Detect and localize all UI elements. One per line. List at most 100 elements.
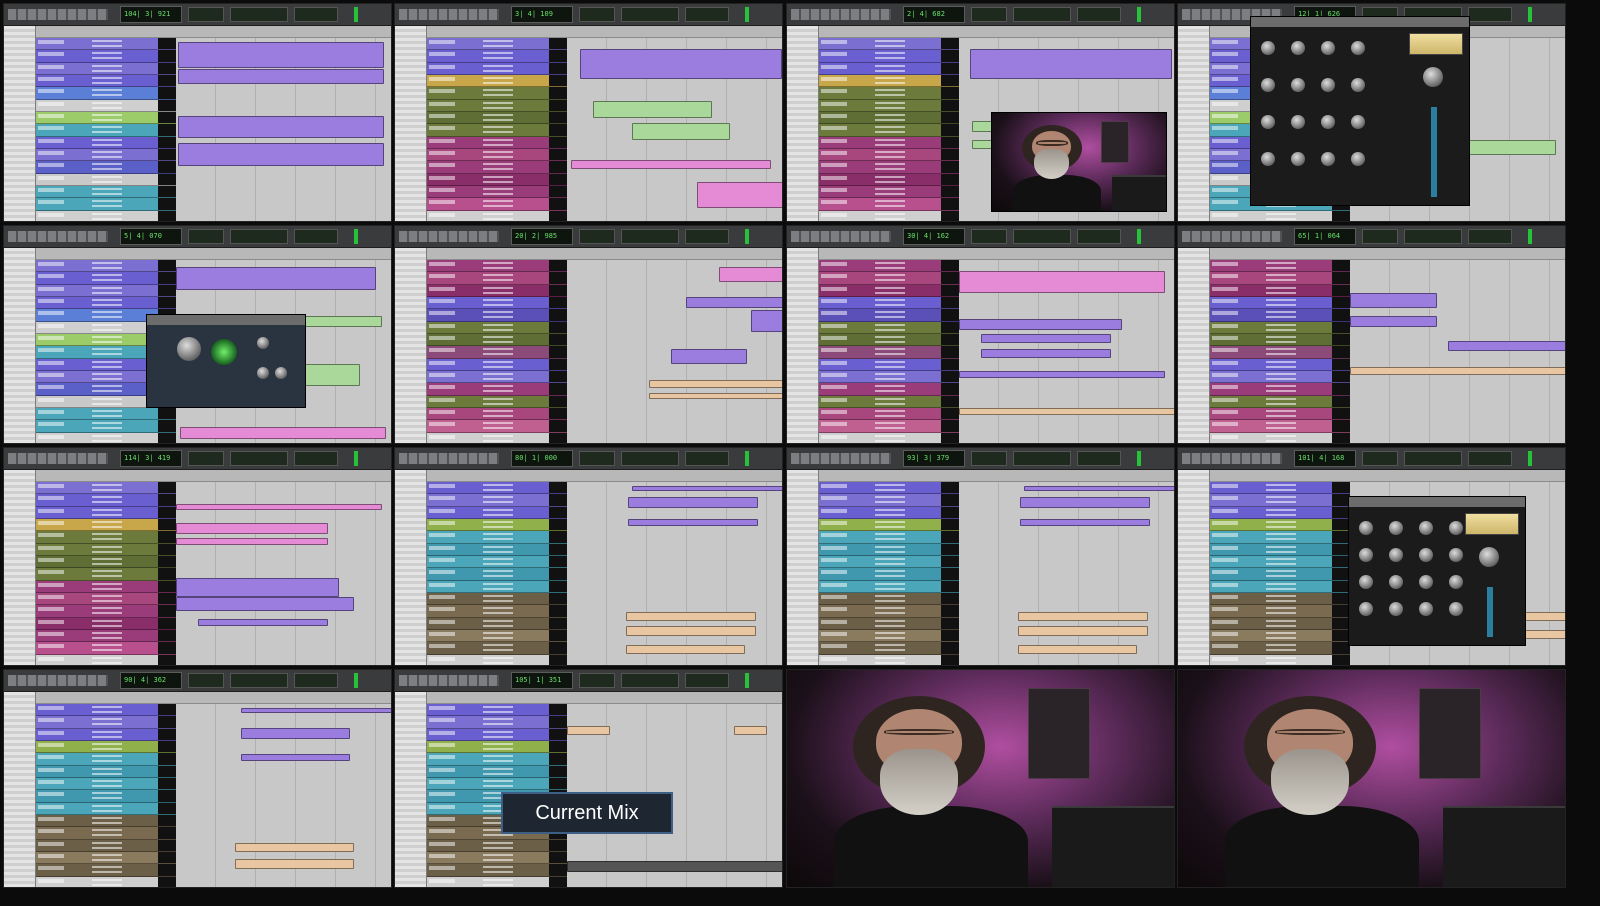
plugin-knob[interactable] <box>1419 521 1433 535</box>
track-header[interactable] <box>36 198 176 211</box>
timeline-ruler[interactable] <box>787 26 1174 38</box>
track-header[interactable] <box>427 297 567 310</box>
track-controls[interactable] <box>92 336 122 344</box>
track-controls[interactable] <box>875 644 905 652</box>
track-controls[interactable] <box>875 508 905 516</box>
track-header[interactable] <box>819 87 959 100</box>
track-header[interactable] <box>427 260 567 273</box>
plugin-knob[interactable] <box>1261 152 1275 166</box>
track-header[interactable] <box>427 765 567 778</box>
audio-clip[interactable] <box>959 271 1166 294</box>
track-header[interactable] <box>36 642 176 655</box>
plugin-title-bar[interactable] <box>1349 497 1525 507</box>
track-header[interactable] <box>36 136 176 149</box>
audio-clip[interactable] <box>1447 341 1565 351</box>
plugin-knob[interactable] <box>1359 548 1373 562</box>
track-header[interactable] <box>819 383 959 396</box>
track-header[interactable] <box>427 149 567 162</box>
track-header[interactable] <box>1210 580 1350 593</box>
track-header[interactable] <box>427 173 567 186</box>
track-header[interactable] <box>427 272 567 285</box>
plugin-knob[interactable] <box>1389 521 1403 535</box>
track-header[interactable] <box>427 432 567 443</box>
track-controls[interactable] <box>1266 508 1296 516</box>
audio-clip[interactable] <box>197 618 328 627</box>
track-controls[interactable] <box>483 755 513 763</box>
track-header[interactable] <box>819 38 959 51</box>
track-controls[interactable] <box>483 434 513 442</box>
track-header[interactable] <box>36 704 176 717</box>
track-controls[interactable] <box>875 607 905 615</box>
track-controls[interactable] <box>92 200 122 208</box>
track-header[interactable] <box>1210 383 1350 396</box>
track-controls[interactable] <box>1266 496 1296 504</box>
track-header[interactable] <box>427 482 567 495</box>
track-controls[interactable] <box>875 40 905 48</box>
track-controls[interactable] <box>1266 385 1296 393</box>
track-header[interactable] <box>427 778 567 791</box>
track-controls[interactable] <box>1266 212 1296 220</box>
track-controls[interactable] <box>92 262 122 270</box>
track-header[interactable] <box>36 173 176 186</box>
track-controls[interactable] <box>92 323 122 331</box>
track-controls[interactable] <box>875 64 905 72</box>
track-header[interactable] <box>427 161 567 174</box>
track-controls[interactable] <box>1266 484 1296 492</box>
track-controls[interactable] <box>875 410 905 418</box>
output-knob[interactable] <box>1479 547 1499 567</box>
track-controls[interactable] <box>1266 274 1296 282</box>
track-controls[interactable] <box>483 274 513 282</box>
track-header[interactable] <box>1210 482 1350 495</box>
track-controls[interactable] <box>483 385 513 393</box>
track-controls[interactable] <box>483 496 513 504</box>
track-controls[interactable] <box>875 595 905 603</box>
track-controls[interactable] <box>875 126 905 134</box>
track-controls[interactable] <box>1266 410 1296 418</box>
track-controls[interactable] <box>92 212 122 220</box>
fader[interactable] <box>1431 107 1437 197</box>
audio-clip[interactable] <box>1017 644 1137 655</box>
track-header[interactable] <box>819 543 959 556</box>
timeline-ruler[interactable] <box>4 692 391 704</box>
track-header[interactable] <box>36 432 176 443</box>
track-controls[interactable] <box>92 767 122 775</box>
timeline-ruler[interactable] <box>787 470 1174 482</box>
track-header[interactable] <box>427 617 567 630</box>
track-header[interactable] <box>427 198 567 211</box>
plugin-window-compressor[interactable] <box>146 314 306 408</box>
transport-buttons[interactable] <box>8 453 108 464</box>
track-controls[interactable] <box>92 77 122 85</box>
track-controls[interactable] <box>483 508 513 516</box>
track-controls[interactable] <box>483 410 513 418</box>
track-header[interactable] <box>427 556 567 569</box>
track-header[interactable] <box>36 124 176 137</box>
track-controls[interactable] <box>875 533 905 541</box>
track-controls[interactable] <box>875 52 905 60</box>
track-controls[interactable] <box>92 508 122 516</box>
track-controls[interactable] <box>483 718 513 726</box>
track-controls[interactable] <box>483 570 513 578</box>
track-controls[interactable] <box>92 286 122 294</box>
track-controls[interactable] <box>1266 348 1296 356</box>
track-controls[interactable] <box>92 570 122 578</box>
plugin-knob[interactable] <box>1449 602 1463 616</box>
track-controls[interactable] <box>1266 360 1296 368</box>
track-controls[interactable] <box>92 804 122 812</box>
track-controls[interactable] <box>92 274 122 282</box>
plugin-knob[interactable] <box>1449 575 1463 589</box>
track-controls[interactable] <box>483 644 513 652</box>
track-header[interactable] <box>819 198 959 211</box>
plugin-knob[interactable] <box>1261 115 1275 129</box>
track-header[interactable] <box>427 741 567 754</box>
plugin-knob[interactable] <box>1449 548 1463 562</box>
track-header[interactable] <box>36 741 176 754</box>
audio-clip[interactable] <box>180 426 387 440</box>
tracks-list-panel[interactable] <box>1178 26 1210 221</box>
track-header[interactable] <box>427 420 567 433</box>
track-header[interactable] <box>1210 617 1350 630</box>
track-controls[interactable] <box>875 212 905 220</box>
track-header[interactable] <box>819 297 959 310</box>
track-header[interactable] <box>1210 346 1350 359</box>
track-controls[interactable] <box>1266 619 1296 627</box>
track-header[interactable] <box>36 272 176 285</box>
